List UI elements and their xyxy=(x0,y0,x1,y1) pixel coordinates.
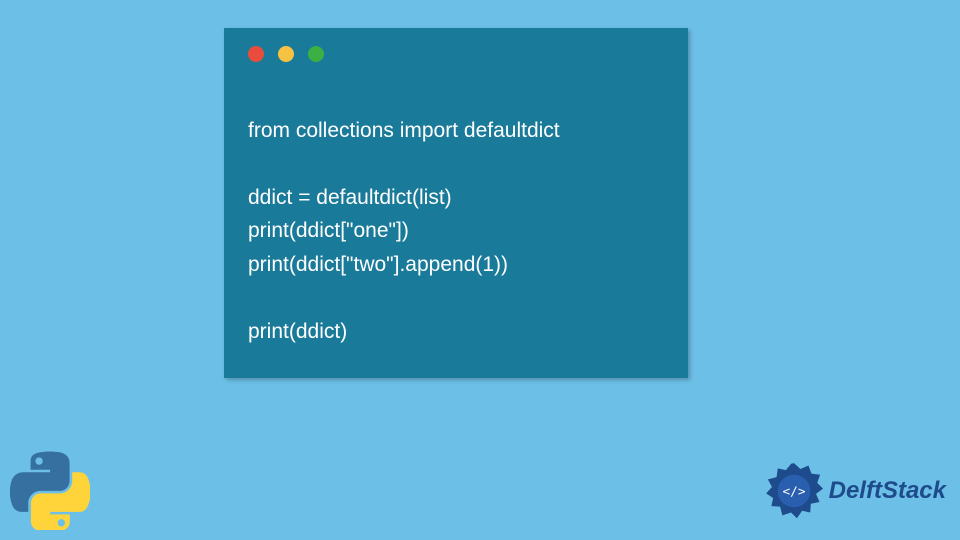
code-line: from collections import defaultdict xyxy=(248,119,560,142)
brand-name: DelftStack xyxy=(829,477,946,505)
code-line: print(ddict) xyxy=(248,320,347,343)
brand-badge-icon: </> xyxy=(765,462,823,520)
brand-logo: </> DelftStack xyxy=(765,462,946,520)
code-line: print(ddict["one"]) xyxy=(248,219,409,242)
minimize-icon xyxy=(278,46,294,62)
code-line: print(ddict["two"].append(1)) xyxy=(248,253,508,276)
window-controls xyxy=(224,28,688,70)
maximize-icon xyxy=(308,46,324,62)
code-snippet: from collections import defaultdict ddic… xyxy=(224,70,688,382)
svg-text:</>: </> xyxy=(782,485,805,500)
python-logo-icon xyxy=(10,450,90,530)
code-line: ddict = defaultdict(list) xyxy=(248,186,452,209)
close-icon xyxy=(248,46,264,62)
code-card: from collections import defaultdict ddic… xyxy=(224,28,688,378)
